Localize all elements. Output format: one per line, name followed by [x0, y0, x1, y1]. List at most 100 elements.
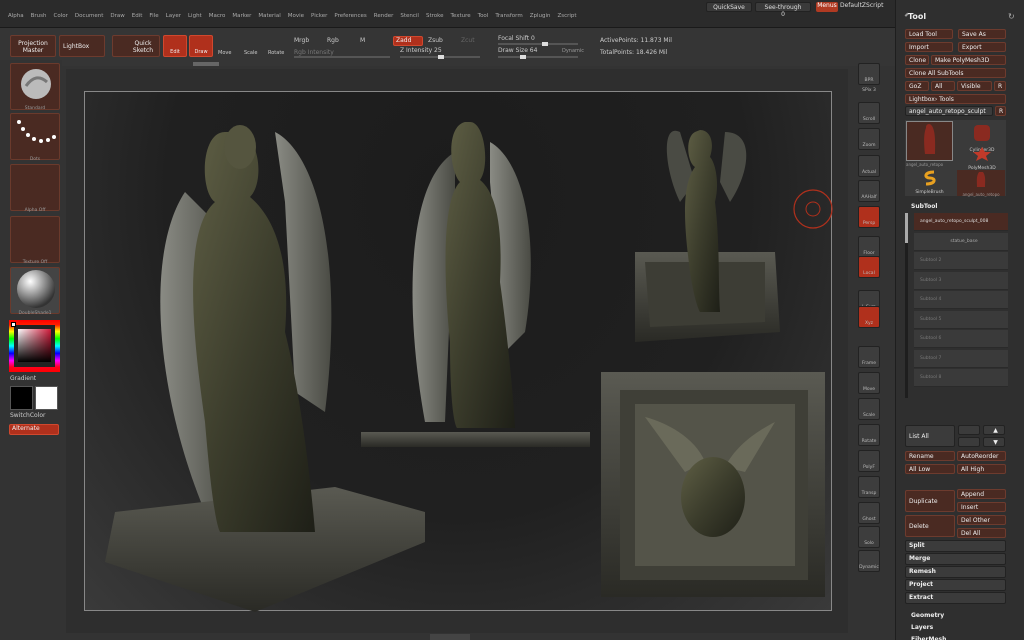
subtool-row[interactable]: Subtool 3 [914, 271, 1008, 290]
del-all-button[interactable]: Del All [957, 528, 1006, 538]
menu-item-tool[interactable]: Tool [478, 13, 489, 19]
switch-color-button[interactable]: SwitchColor [10, 412, 46, 419]
tray-actual-button[interactable]: Actual [858, 155, 880, 177]
canvas-scroll-handle[interactable] [193, 62, 219, 66]
subtool-row[interactable]: Subtool 2 [914, 252, 1008, 270]
quick-sketch-button[interactable]: Quick Sketch [112, 35, 160, 57]
menu-item-draw[interactable]: Draw [110, 13, 124, 19]
subtool-row[interactable]: angel_auto_retopo_sculpt_008 [914, 213, 1008, 231]
see-through-slider[interactable]: See-through 0 [755, 2, 811, 18]
tray-bpr-button[interactable]: BPR [858, 63, 880, 85]
tray-spix-3-button[interactable]: SPix 3 [858, 88, 880, 98]
rotate-button[interactable]: Rotate [268, 50, 284, 56]
export-button[interactable]: Export [958, 42, 1006, 52]
import-button[interactable]: Import [905, 42, 953, 52]
tool-thumb-polymesh[interactable]: PolyMesh3D [960, 146, 1004, 172]
split-menu[interactable]: Split [905, 540, 1006, 552]
canvas-bottom-handle[interactable] [430, 634, 470, 640]
draw-size-slider[interactable]: Draw Size 64 [498, 47, 537, 54]
geometry-section[interactable]: Geometry [911, 612, 944, 619]
menu-item-zscript[interactable]: Zscript [557, 13, 576, 19]
tray-solo-button[interactable]: Solo [858, 526, 880, 548]
menu-item-color[interactable]: Color [54, 13, 68, 19]
subtool-row[interactable]: Subtool 5 [914, 310, 1008, 329]
tray-rotate-button[interactable]: Rotate [858, 424, 880, 446]
remesh-menu[interactable]: Remesh [905, 566, 1006, 578]
m-button[interactable]: M [360, 37, 365, 44]
gradient-label[interactable]: Gradient [10, 375, 36, 382]
document-viewport[interactable] [84, 91, 832, 612]
dynamic-toggle[interactable]: Dynamic [562, 48, 584, 54]
stroke-thumbnail[interactable] [10, 113, 60, 160]
lightbox-button[interactable]: LightBox [59, 35, 105, 57]
layers-section[interactable]: Layers [911, 624, 933, 631]
menu-item-light[interactable]: Light [188, 13, 202, 19]
menu-item-stroke[interactable]: Stroke [426, 13, 444, 19]
append-button[interactable]: Append [957, 489, 1006, 499]
load-tool-button[interactable]: Load Tool [905, 29, 953, 39]
menu-item-brush[interactable]: Brush [31, 13, 47, 19]
menu-item-material[interactable]: Material [258, 13, 280, 19]
quicksave-button[interactable]: QuickSave [706, 2, 752, 12]
tray-xyz-button[interactable]: Xyz [858, 306, 880, 328]
zsub-button[interactable]: Zsub [428, 37, 443, 44]
tray-scroll-button[interactable]: Scroll [858, 102, 880, 124]
rgb-button[interactable]: Rgb [327, 37, 339, 44]
current-tool-slider[interactable]: angel_auto_retopo_sculpt [905, 106, 993, 116]
zcut-button[interactable]: Zcut [461, 37, 475, 44]
tray-ghost-button[interactable]: Ghost [858, 502, 880, 524]
draw-button[interactable]: Draw [189, 35, 213, 57]
current-tool-r-button[interactable]: R [995, 106, 1006, 116]
menu-item-document[interactable]: Document [75, 13, 104, 19]
edit-button[interactable]: Edit [163, 35, 187, 57]
subtool-row[interactable]: Subtool 4 [914, 291, 1008, 309]
goz-r-button[interactable]: R [994, 81, 1006, 91]
z-intensity-knob[interactable] [438, 55, 444, 59]
tool-thumb-angel[interactable] [906, 121, 953, 161]
zadd-button[interactable]: Zadd [393, 36, 423, 46]
alternate-button[interactable]: Alternate [9, 424, 59, 435]
menu-item-edit[interactable]: Edit [132, 13, 143, 19]
secondary-color-swatch[interactable] [35, 386, 58, 410]
menu-item-movie[interactable]: Movie [288, 13, 304, 19]
tray-scale-button[interactable]: Scale [858, 398, 880, 420]
main-color-swatch[interactable] [11, 322, 16, 327]
texture-thumbnail[interactable] [10, 216, 60, 263]
move-down-arrow-icon[interactable]: ▼ [983, 437, 1005, 447]
primary-color-swatch[interactable] [10, 386, 33, 410]
draw-size-knob[interactable] [520, 55, 526, 59]
scale-button[interactable]: Scale [244, 50, 257, 56]
menu-item-zplugin[interactable]: Zplugin [530, 13, 551, 19]
all-low-button[interactable]: All Low [905, 464, 955, 474]
subtool-row[interactable]: Subtool 7 [914, 349, 1008, 368]
duplicate-button[interactable]: Duplicate [905, 490, 955, 512]
tool-thumb-angel-2[interactable]: angel_auto_retopo [957, 170, 1005, 197]
menu-item-stencil[interactable]: Stencil [400, 13, 419, 19]
subtool-header[interactable]: SubTool [911, 203, 937, 210]
tray-polyf-button[interactable]: PolyF [858, 450, 880, 472]
tray-aahalf-button[interactable]: AAHalf [858, 180, 880, 202]
project-menu[interactable]: Project [905, 579, 1006, 591]
subtool-row[interactable]: Subtool 8 [914, 369, 1008, 387]
menu-item-picker[interactable]: Picker [311, 13, 327, 19]
tool-thumb-simplebrush[interactable]: SimpleBrush [906, 170, 953, 196]
move-down-button[interactable] [958, 437, 980, 447]
tray-dynamic-button[interactable]: Dynamic [858, 550, 880, 572]
all-high-button[interactable]: All High [957, 464, 1006, 474]
mrgb-button[interactable]: Mrgb [294, 37, 309, 44]
save-as-button[interactable]: Save As [958, 29, 1006, 39]
goz-visible-button[interactable]: Visible [957, 81, 992, 91]
subtool-scroll-thumb[interactable] [905, 213, 908, 243]
menu-item-preferences[interactable]: Preferences [334, 13, 366, 19]
menu-item-render[interactable]: Render [374, 13, 394, 19]
hue-ring[interactable] [9, 320, 60, 372]
tray-persp-button[interactable]: Persp [858, 206, 880, 228]
list-all-button[interactable]: List All [905, 425, 955, 447]
menu-item-file[interactable]: File [149, 13, 158, 19]
delete-button[interactable]: Delete [905, 515, 955, 537]
extract-menu[interactable]: Extract [905, 592, 1006, 604]
z-intensity-slider[interactable]: Z Intensity 25 [400, 47, 442, 54]
menus-button[interactable]: Menus [816, 2, 838, 12]
menu-item-layer[interactable]: Layer [166, 13, 181, 19]
menu-item-transform[interactable]: Transform [495, 13, 522, 19]
